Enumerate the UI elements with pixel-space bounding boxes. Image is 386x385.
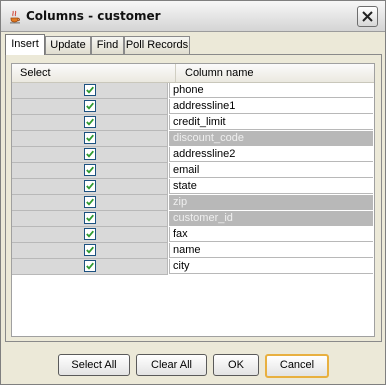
table-row[interactable]: addressline2 bbox=[12, 147, 374, 163]
checkmark-icon bbox=[86, 198, 94, 206]
checkmark-icon bbox=[86, 134, 94, 142]
close-icon bbox=[362, 11, 373, 22]
table-row[interactable]: addressline1 bbox=[12, 99, 374, 115]
table-row[interactable]: customer_id bbox=[12, 211, 374, 227]
select-cell bbox=[12, 195, 168, 211]
checkmark-icon bbox=[86, 86, 94, 94]
select-checkbox[interactable] bbox=[84, 196, 96, 208]
table-row[interactable]: city bbox=[12, 259, 374, 275]
table-row[interactable]: fax bbox=[12, 227, 374, 243]
column-name-cell: credit_limit bbox=[169, 115, 373, 130]
table-row[interactable]: credit_limit bbox=[12, 115, 374, 131]
table-row[interactable]: zip bbox=[12, 195, 374, 211]
table-row[interactable]: discount_code bbox=[12, 131, 374, 147]
tab-insert[interactable]: Insert bbox=[5, 34, 45, 55]
header-column-name[interactable]: Column name bbox=[177, 64, 253, 82]
checkmark-icon bbox=[86, 262, 94, 270]
table-row[interactable]: name bbox=[12, 243, 374, 259]
table-row[interactable]: state bbox=[12, 179, 374, 195]
select-checkbox[interactable] bbox=[84, 100, 96, 112]
select-checkbox[interactable] bbox=[84, 228, 96, 240]
tab-find[interactable]: Find bbox=[91, 36, 124, 54]
select-checkbox[interactable] bbox=[84, 84, 96, 96]
column-name-cell: city bbox=[169, 259, 373, 274]
checkmark-icon bbox=[86, 214, 94, 222]
checkmark-icon bbox=[86, 102, 94, 110]
select-checkbox[interactable] bbox=[84, 212, 96, 224]
select-cell bbox=[12, 227, 168, 243]
select-cell bbox=[12, 147, 168, 163]
checkmark-icon bbox=[86, 166, 94, 174]
tab-poll-records-label: Poll Records bbox=[125, 39, 189, 51]
tab-poll-records[interactable]: Poll Records bbox=[124, 36, 190, 54]
column-name-cell: email bbox=[169, 163, 373, 178]
checkmark-icon bbox=[86, 246, 94, 254]
columns-dialog: Columns - customer Insert Update Find Po… bbox=[0, 0, 386, 385]
select-cell bbox=[12, 163, 168, 179]
tab-insert-label: Insert bbox=[11, 38, 39, 50]
column-name-cell: fax bbox=[169, 227, 373, 242]
select-checkbox[interactable] bbox=[84, 260, 96, 272]
tab-panel-insert: Select Column name phone addressline1 cred… bbox=[5, 54, 382, 342]
column-name-cell: customer_id bbox=[169, 211, 373, 226]
column-name-cell: addressline2 bbox=[169, 147, 373, 162]
select-checkbox[interactable] bbox=[84, 180, 96, 192]
table-row[interactable]: phone bbox=[12, 83, 374, 99]
checkmark-icon bbox=[86, 150, 94, 158]
column-name-cell: name bbox=[169, 243, 373, 258]
table-row[interactable]: email bbox=[12, 163, 374, 179]
select-cell bbox=[12, 211, 168, 227]
select-checkbox[interactable] bbox=[84, 132, 96, 144]
select-cell bbox=[12, 243, 168, 259]
select-checkbox[interactable] bbox=[84, 244, 96, 256]
ok-button[interactable]: OK bbox=[213, 354, 259, 376]
table-body: phone addressline1 credit_limit discount_co… bbox=[12, 83, 374, 275]
tab-update[interactable]: Update bbox=[45, 36, 91, 54]
select-cell bbox=[12, 99, 168, 115]
column-name-cell: discount_code bbox=[169, 131, 373, 146]
select-cell bbox=[12, 179, 168, 195]
table-header: Select Column name bbox=[12, 64, 374, 83]
tab-find-label: Find bbox=[96, 39, 119, 51]
select-checkbox[interactable] bbox=[84, 164, 96, 176]
select-checkbox[interactable] bbox=[84, 148, 96, 160]
select-all-button[interactable]: Select All bbox=[58, 354, 130, 376]
column-name-cell: addressline1 bbox=[169, 99, 373, 114]
window-title: Columns - customer bbox=[26, 9, 161, 23]
header-select[interactable]: Select bbox=[12, 64, 176, 82]
cancel-button[interactable]: Cancel bbox=[265, 354, 329, 378]
close-button[interactable] bbox=[357, 6, 378, 27]
checkmark-icon bbox=[86, 118, 94, 126]
tab-update-label: Update bbox=[50, 39, 86, 51]
select-cell bbox=[12, 259, 168, 275]
column-name-cell: state bbox=[169, 179, 373, 194]
checkmark-icon bbox=[86, 182, 94, 190]
select-cell bbox=[12, 131, 168, 147]
column-name-cell: zip bbox=[169, 195, 373, 210]
columns-table: Select Column name phone addressline1 cred… bbox=[11, 63, 375, 337]
select-cell bbox=[12, 83, 168, 99]
select-checkbox[interactable] bbox=[84, 116, 96, 128]
column-name-cell: phone bbox=[169, 83, 373, 98]
clear-all-button[interactable]: Clear All bbox=[136, 354, 207, 376]
select-cell bbox=[12, 115, 168, 131]
java-icon bbox=[7, 8, 23, 24]
title-bar[interactable]: Columns - customer bbox=[1, 1, 385, 32]
checkmark-icon bbox=[86, 230, 94, 238]
